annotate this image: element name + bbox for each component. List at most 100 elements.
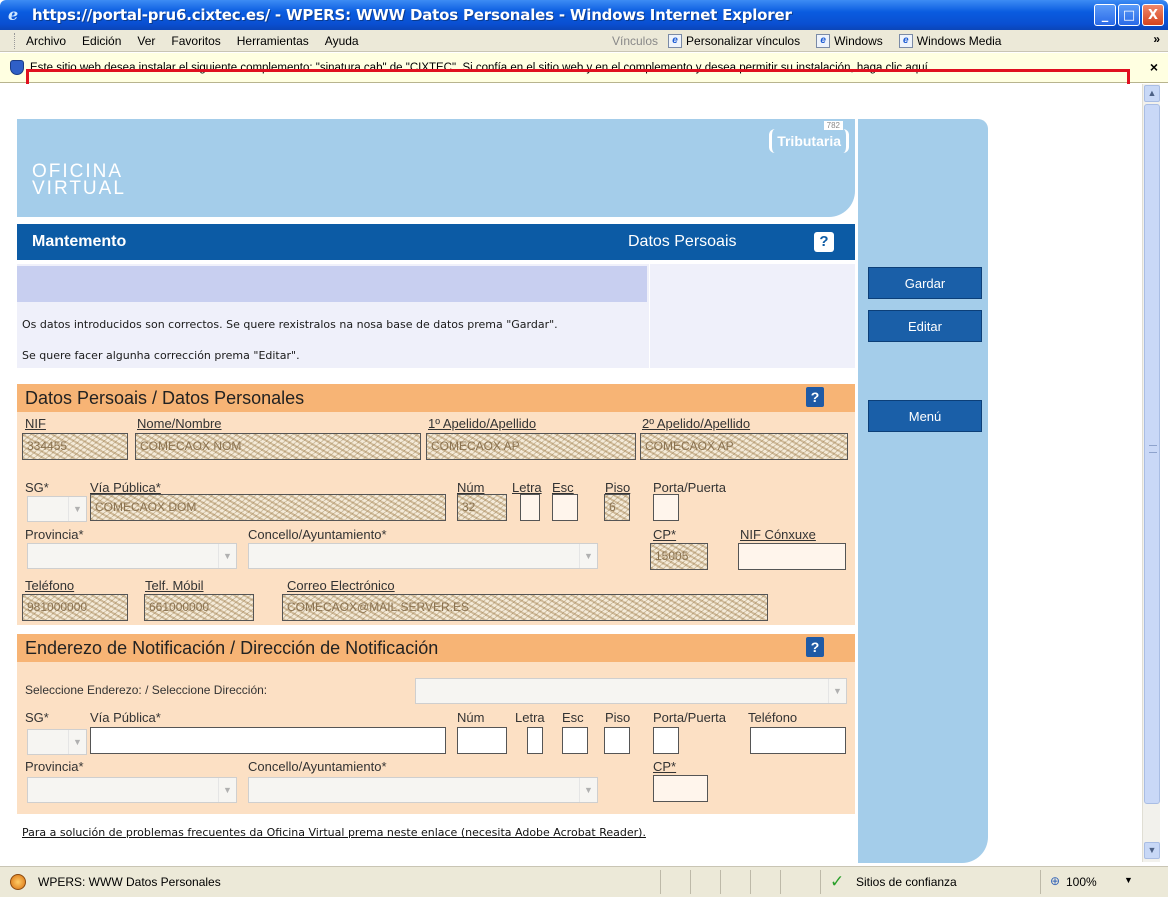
page-subtitle: Datos Persoais (628, 233, 737, 250)
menu-bar: Archivo Edición Ver Favoritos Herramient… (0, 30, 1168, 52)
information-bar-close[interactable]: × (1150, 59, 1158, 75)
chevron-down-icon: ▼ (579, 778, 597, 802)
status-divider (750, 870, 751, 894)
minimize-button[interactable]: _ (1094, 4, 1116, 26)
phone-field[interactable]: 981000000 (22, 594, 128, 621)
notif-cp-field[interactable] (653, 775, 708, 802)
name-field[interactable]: COMECAOX NOM (135, 433, 421, 460)
status-divider (780, 870, 781, 894)
stair-field[interactable] (552, 494, 578, 521)
help-icon[interactable]: ? (806, 637, 824, 657)
notif-stair-field[interactable] (562, 727, 588, 754)
floor-field[interactable]: 6 (604, 494, 630, 521)
notif-floor-field[interactable] (604, 727, 630, 754)
information-bar-text[interactable]: Este sitio web desea instalar el siguien… (30, 62, 937, 74)
menu-herramientas[interactable]: Herramientas (229, 34, 317, 48)
cp-field[interactable]: 15005 (650, 543, 708, 570)
email-label: Correo Electrónico (287, 578, 395, 593)
help-icon[interactable]: ? (806, 387, 824, 407)
menu-archivo[interactable]: Archivo (18, 34, 74, 48)
zoom-level[interactable]: 100% (1066, 875, 1097, 889)
message-header-bar (17, 266, 647, 302)
menu-ver[interactable]: Ver (129, 34, 163, 48)
num-label: Núm (457, 480, 485, 495)
notif-floor-label: Piso (605, 710, 631, 725)
nif-spouse-field[interactable] (738, 543, 846, 570)
zoom-dropdown-icon[interactable]: ▼ (1124, 875, 1133, 885)
menu-ayuda[interactable]: Ayuda (317, 34, 367, 48)
email-field[interactable]: COMECAOX@MAIL.SERVER.ES (282, 594, 768, 621)
message-divider (649, 264, 650, 368)
link-personalizar-label: Personalizar vínculos (686, 34, 801, 48)
num-field[interactable]: 32 (457, 494, 507, 521)
door-field[interactable] (653, 494, 679, 521)
page-title-bar: Mantemento Datos Persoais ? (17, 224, 855, 260)
chevron-down-icon: ▼ (68, 730, 86, 754)
menu-favoritos[interactable]: Favoritos (163, 34, 228, 48)
notif-letter-field[interactable] (527, 727, 543, 754)
vertical-scrollbar[interactable]: ▲ ▼ (1142, 84, 1160, 862)
nif-field[interactable]: 334455 (22, 433, 128, 460)
tributaria-logo: Tributaria (769, 129, 849, 153)
notif-phone-field[interactable] (750, 727, 846, 754)
notif-street-field[interactable] (90, 727, 446, 754)
status-divider (660, 870, 661, 894)
select-address-label: Seleccione Enderezo: / Seleccione Direcc… (25, 683, 268, 697)
security-zone[interactable]: Sitios de confianza (856, 875, 957, 889)
province-label: Provincia* (25, 527, 84, 542)
toolbar-overflow-chevron[interactable]: » (1153, 32, 1160, 46)
notif-council-select[interactable]: ▼ (248, 777, 598, 803)
status-divider (690, 870, 691, 894)
window-controls: _ □ X (1094, 4, 1164, 26)
mobile-label: Telf. Móbil (145, 578, 204, 593)
edit-button[interactable]: Editar (868, 310, 982, 342)
sg-select[interactable]: ▼ (27, 496, 87, 522)
status-divider (720, 870, 721, 894)
street-field[interactable]: COMECAOX DOM (90, 494, 446, 521)
letter-field[interactable] (520, 494, 540, 521)
window-title: https://portal-pru6.cixtec.es/ - WPERS: … (32, 6, 792, 24)
council-label: Concello/Ayuntamiento* (248, 527, 387, 542)
surname2-field[interactable]: COMECAOX AP (640, 433, 848, 460)
surname1-label: 1º Apelido/Apellido (428, 416, 537, 431)
link-windows[interactable]: e Windows (816, 34, 883, 48)
shield-icon (10, 60, 24, 75)
notif-sg-select[interactable]: ▼ (27, 729, 87, 755)
help-pdf-link[interactable]: Para a solución de problemas frecuentes … (22, 826, 646, 839)
menu-button[interactable]: Menú (868, 400, 982, 432)
notif-num-field[interactable] (457, 727, 507, 754)
close-window-button[interactable]: X (1142, 4, 1164, 26)
province-select[interactable]: ▼ (27, 543, 237, 569)
zoom-icon: ⊕ (1050, 874, 1061, 888)
chevron-down-icon: ▼ (828, 679, 846, 703)
notif-province-select[interactable]: ▼ (27, 777, 237, 803)
scroll-thumb[interactable] (1144, 104, 1160, 804)
link-personalizar[interactable]: e Personalizar vínculos (668, 34, 800, 48)
information-bar[interactable]: Este sitio web desea instalar el siguien… (0, 53, 1168, 83)
surname1-field[interactable]: COMECAOX AP (426, 433, 636, 460)
page-title: Mantemento (32, 233, 127, 250)
menu-edicion[interactable]: Edición (74, 34, 129, 48)
mobile-field[interactable]: 661000000 (144, 594, 254, 621)
council-select[interactable]: ▼ (248, 543, 598, 569)
message-line-1: Os datos introducidos son correctos. Se … (22, 318, 558, 331)
page-content: OFICINA VIRTUAL 782 Tributaria Gardar Ed… (0, 84, 1142, 863)
link-windows-media[interactable]: e Windows Media (898, 34, 1001, 48)
ie-page-icon: e (816, 34, 831, 48)
notif-door-field[interactable] (653, 727, 679, 754)
scroll-up-button[interactable]: ▲ (1144, 85, 1160, 102)
help-icon[interactable]: ? (814, 232, 834, 252)
links-toolbar: Vínculos e Personalizar vínculos e Windo… (612, 30, 1013, 52)
notif-province-label: Provincia* (25, 759, 84, 774)
save-button[interactable]: Gardar (868, 267, 982, 299)
cp-label: CP* (653, 527, 677, 542)
maximize-button[interactable]: □ (1118, 4, 1140, 26)
status-bar: WPERS: WWW Datos Personales ✓ Sitios de … (0, 866, 1168, 897)
floor-label: Piso (605, 480, 631, 495)
select-address-dropdown[interactable]: ▼ (415, 678, 847, 704)
scroll-down-button[interactable]: ▼ (1144, 842, 1160, 859)
ie-page-icon: e (898, 34, 913, 48)
links-label[interactable]: Vínculos (612, 34, 664, 48)
notif-council-label: Concello/Ayuntamiento* (248, 759, 387, 774)
notification-title: Enderezo de Notificación / Dirección de … (25, 638, 439, 658)
